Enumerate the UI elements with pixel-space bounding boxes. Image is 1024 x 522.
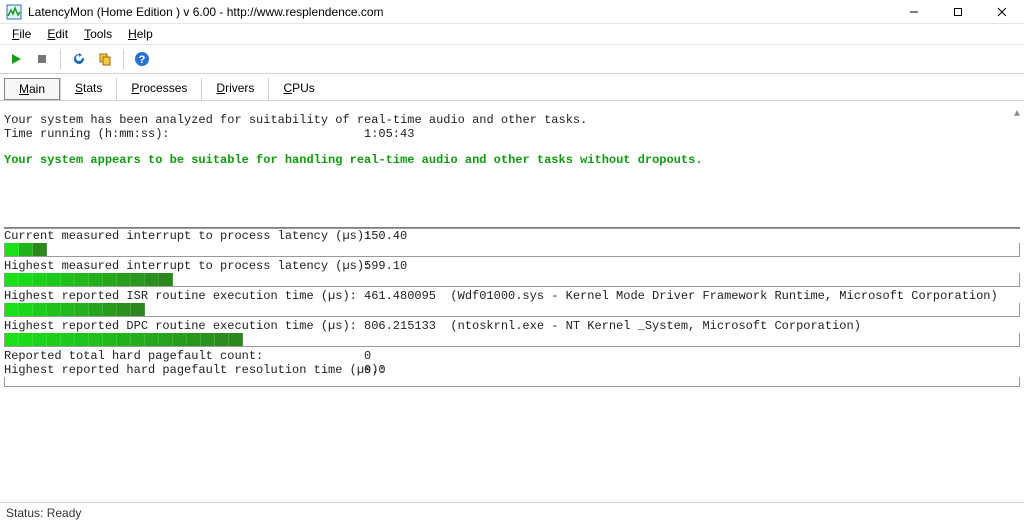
- highest-isr-label: Highest reported ISR routine execution t…: [4, 289, 364, 303]
- highest-dpc-label: Highest reported DPC routine execution t…: [4, 319, 364, 333]
- hard-pf-count-label: Reported total hard pagefault count:: [4, 349, 364, 363]
- toolbar-start-button[interactable]: [4, 47, 28, 71]
- window-maximize-button[interactable]: [936, 0, 980, 24]
- window-close-button[interactable]: [980, 0, 1024, 24]
- toolbar-help-button[interactable]: ?: [130, 47, 154, 71]
- report-analyzed-line: Your system has been analyzed for suitab…: [4, 113, 587, 127]
- scroll-up-arrow-icon[interactable]: ▲: [1014, 109, 1020, 120]
- titlebar: LatencyMon (Home Edition ) v 6.00 - http…: [0, 0, 1024, 24]
- tab-main[interactable]: Main: [4, 78, 60, 100]
- menu-edit[interactable]: Edit: [39, 26, 76, 42]
- hard-pf-bar: [4, 377, 1020, 387]
- highest-itp-label: Highest measured interrupt to process la…: [4, 259, 364, 273]
- tab-drivers[interactable]: Drivers: [201, 78, 268, 100]
- window-title: LatencyMon (Home Edition ) v 6.00 - http…: [28, 5, 892, 19]
- highest-isr-extra: (Wdf01000.sys - Kernel Mode Driver Frame…: [450, 289, 997, 303]
- toolbar-stop-button[interactable]: [30, 47, 54, 71]
- app-icon: [6, 4, 22, 20]
- current-itp-label: Current measured interrupt to process la…: [4, 229, 364, 243]
- menu-tools[interactable]: Tools: [76, 26, 120, 42]
- current-itp-value: 150.40: [364, 229, 407, 243]
- hard-pf-time-value: 0.0: [364, 363, 386, 377]
- verdict-line: Your system appears to be suitable for h…: [4, 153, 703, 167]
- time-running-label: Time running (h:mm:ss):: [4, 127, 364, 141]
- statusbar: Status: Ready: [0, 502, 1024, 522]
- status-text: Status: Ready: [6, 506, 81, 520]
- window-minimize-button[interactable]: [892, 0, 936, 24]
- tabstrip: Main Stats Processes Drivers CPUs: [0, 74, 1024, 101]
- current-itp-bar: [4, 243, 1020, 257]
- toolbar-copy-button[interactable]: [93, 47, 117, 71]
- highest-isr-bar: [4, 303, 1020, 317]
- tab-cpus[interactable]: CPUs: [268, 78, 328, 100]
- highest-itp-bar: [4, 273, 1020, 287]
- hard-pf-time-label: Highest reported hard pagefault resoluti…: [4, 363, 364, 377]
- highest-dpc-bar: [4, 333, 1020, 347]
- hard-pf-count-value: 0: [364, 349, 371, 363]
- toolbar-separator: [123, 49, 124, 69]
- tab-processes[interactable]: Processes: [116, 78, 201, 100]
- highest-isr-value: 461.480095: [364, 289, 436, 303]
- highest-dpc-value: 806.215133: [364, 319, 436, 333]
- highest-itp-value: 599.10: [364, 259, 407, 273]
- menu-file[interactable]: File: [4, 26, 39, 42]
- tab-stats[interactable]: Stats: [60, 78, 116, 100]
- highest-dpc-extra: (ntoskrnl.exe - NT Kernel _System, Micro…: [450, 319, 860, 333]
- time-running-value: 1:05:43: [364, 127, 414, 141]
- toolbar-separator: [60, 49, 61, 69]
- toolbar-refresh-button[interactable]: [67, 47, 91, 71]
- svg-text:?: ?: [139, 54, 146, 66]
- toolbar: ?: [0, 44, 1024, 74]
- menu-help[interactable]: Help: [120, 26, 161, 42]
- report-panel: ▲ Your system has been analyzed for suit…: [0, 101, 1024, 502]
- menubar: File Edit Tools Help: [0, 24, 1024, 44]
